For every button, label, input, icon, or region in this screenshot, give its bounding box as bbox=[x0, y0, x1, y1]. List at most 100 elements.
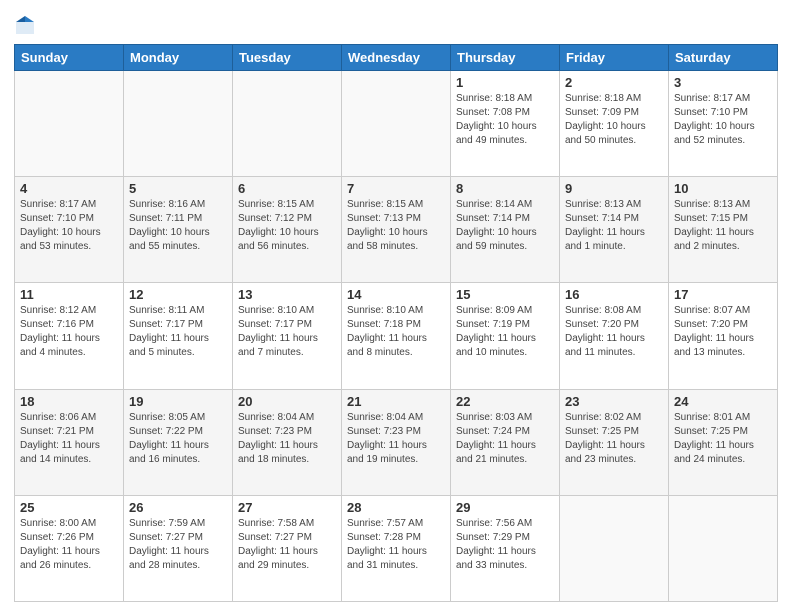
day-number: 19 bbox=[129, 394, 227, 409]
calendar-cell: 8 Sunrise: 8:14 AM Sunset: 7:14 PM Daylig… bbox=[451, 177, 560, 283]
sun-info: Sunrise: 8:17 AM Sunset: 7:10 PM Dayligh… bbox=[20, 198, 118, 254]
sun-info: Sunrise: 7:59 AM Sunset: 7:27 PM Dayligh… bbox=[129, 517, 227, 573]
calendar-cell: 22 Sunrise: 8:03 AM Sunset: 7:24 PM Dayli… bbox=[451, 389, 560, 495]
sun-info: Sunrise: 8:12 AM Sunset: 7:16 PM Dayligh… bbox=[20, 304, 118, 360]
calendar-cell: 16 Sunrise: 8:08 AM Sunset: 7:20 PM Dayli… bbox=[560, 283, 669, 389]
calendar-cell: 14Sunrise: 8:10 AM Sunset: 7:18 PM Dayli… bbox=[342, 283, 451, 389]
day-number: 2 bbox=[565, 75, 663, 90]
day-number: 16 bbox=[565, 287, 663, 302]
day-number: 28 bbox=[347, 500, 445, 515]
calendar-cell: 2 Sunrise: 8:18 AM Sunset: 7:09 PM Daylig… bbox=[560, 71, 669, 177]
day-number: 23 bbox=[565, 394, 663, 409]
calendar-cell: 6Sunrise: 8:15 AM Sunset: 7:12 PM Daylig… bbox=[233, 177, 342, 283]
calendar-week-row: 11 Sunrise: 8:12 AM Sunset: 7:16 PM Dayli… bbox=[15, 283, 778, 389]
calendar-cell: 23 Sunrise: 8:02 AM Sunset: 7:25 PM Dayli… bbox=[560, 389, 669, 495]
calendar-cell: 7 Sunrise: 8:15 AM Sunset: 7:13 PM Daylig… bbox=[342, 177, 451, 283]
sun-info: Sunrise: 7:57 AM Sunset: 7:28 PM Dayligh… bbox=[347, 517, 445, 573]
sun-info: Sunrise: 8:14 AM Sunset: 7:14 PM Dayligh… bbox=[456, 198, 554, 254]
sun-info: Sunrise: 8:03 AM Sunset: 7:24 PM Dayligh… bbox=[456, 411, 554, 467]
header-friday: Friday bbox=[560, 45, 669, 71]
day-number: 21 bbox=[347, 394, 445, 409]
sun-info: Sunrise: 8:00 AM Sunset: 7:26 PM Dayligh… bbox=[20, 517, 118, 573]
day-number: 20 bbox=[238, 394, 336, 409]
calendar-cell: 29 Sunrise: 7:56 AM Sunset: 7:29 PM Dayli… bbox=[451, 495, 560, 601]
logo bbox=[14, 14, 40, 36]
sun-info: Sunrise: 8:07 AM Sunset: 7:20 PM Dayligh… bbox=[674, 304, 772, 360]
calendar-cell: 24 Sunrise: 8:01 AM Sunset: 7:25 PM Dayli… bbox=[669, 389, 778, 495]
day-number: 8 bbox=[456, 181, 554, 196]
day-number: 5 bbox=[129, 181, 227, 196]
sun-info: Sunrise: 8:17 AM Sunset: 7:10 PM Dayligh… bbox=[674, 92, 772, 148]
calendar-cell: 3 Sunrise: 8:17 AM Sunset: 7:10 PM Daylig… bbox=[669, 71, 778, 177]
header-wednesday: Wednesday bbox=[342, 45, 451, 71]
calendar-cell: 13Sunrise: 8:10 AM Sunset: 7:17 PM Dayli… bbox=[233, 283, 342, 389]
calendar-week-row: 25 Sunrise: 8:00 AM Sunset: 7:26 PM Dayli… bbox=[15, 495, 778, 601]
sun-info: Sunrise: 8:13 AM Sunset: 7:14 PM Dayligh… bbox=[565, 198, 663, 254]
day-number: 29 bbox=[456, 500, 554, 515]
sun-info: Sunrise: 8:09 AM Sunset: 7:19 PM Dayligh… bbox=[456, 304, 554, 360]
day-number: 7 bbox=[347, 181, 445, 196]
sun-info: Sunrise: 8:04 AM Sunset: 7:23 PM Dayligh… bbox=[238, 411, 336, 467]
day-number: 25 bbox=[20, 500, 118, 515]
calendar-cell: 19Sunrise: 8:05 AM Sunset: 7:22 PM Dayli… bbox=[124, 389, 233, 495]
calendar-cell bbox=[124, 71, 233, 177]
sun-info: Sunrise: 8:18 AM Sunset: 7:08 PM Dayligh… bbox=[456, 92, 554, 148]
calendar-cell bbox=[669, 495, 778, 601]
sun-info: Sunrise: 8:02 AM Sunset: 7:25 PM Dayligh… bbox=[565, 411, 663, 467]
header bbox=[14, 10, 778, 36]
header-monday: Monday bbox=[124, 45, 233, 71]
day-number: 27 bbox=[238, 500, 336, 515]
calendar-cell bbox=[342, 71, 451, 177]
calendar-cell: 11 Sunrise: 8:12 AM Sunset: 7:16 PM Dayli… bbox=[15, 283, 124, 389]
day-number: 6 bbox=[238, 181, 336, 196]
day-number: 15 bbox=[456, 287, 554, 302]
calendar-cell: 4Sunrise: 8:17 AM Sunset: 7:10 PM Daylig… bbox=[15, 177, 124, 283]
day-number: 26 bbox=[129, 500, 227, 515]
calendar-cell: 27 Sunrise: 7:58 AM Sunset: 7:27 PM Dayli… bbox=[233, 495, 342, 601]
calendar-cell: 28 Sunrise: 7:57 AM Sunset: 7:28 PM Dayli… bbox=[342, 495, 451, 601]
calendar-cell: 5 Sunrise: 8:16 AM Sunset: 7:11 PM Daylig… bbox=[124, 177, 233, 283]
sun-info: Sunrise: 8:06 AM Sunset: 7:21 PM Dayligh… bbox=[20, 411, 118, 467]
calendar-week-row: 1 Sunrise: 8:18 AM Sunset: 7:08 PM Daylig… bbox=[15, 71, 778, 177]
calendar-cell: 20 Sunrise: 8:04 AM Sunset: 7:23 PM Dayli… bbox=[233, 389, 342, 495]
day-number: 9 bbox=[565, 181, 663, 196]
day-number: 24 bbox=[674, 394, 772, 409]
day-number: 10 bbox=[674, 181, 772, 196]
sun-info: Sunrise: 7:58 AM Sunset: 7:27 PM Dayligh… bbox=[238, 517, 336, 573]
sun-info: Sunrise: 8:16 AM Sunset: 7:11 PM Dayligh… bbox=[129, 198, 227, 254]
sun-info: Sunrise: 8:01 AM Sunset: 7:25 PM Dayligh… bbox=[674, 411, 772, 467]
logo-icon bbox=[14, 14, 36, 36]
sun-info: Sunrise: 7:56 AM Sunset: 7:29 PM Dayligh… bbox=[456, 517, 554, 573]
day-number: 22 bbox=[456, 394, 554, 409]
sun-info: Sunrise: 8:10 AM Sunset: 7:18 PM Dayligh… bbox=[347, 304, 445, 360]
calendar-cell bbox=[233, 71, 342, 177]
calendar-cell: 15 Sunrise: 8:09 AM Sunset: 7:19 PM Dayli… bbox=[451, 283, 560, 389]
calendar-cell: 10 Sunrise: 8:13 AM Sunset: 7:15 PM Dayli… bbox=[669, 177, 778, 283]
calendar-cell: 21 Sunrise: 8:04 AM Sunset: 7:23 PM Dayli… bbox=[342, 389, 451, 495]
sun-info: Sunrise: 8:08 AM Sunset: 7:20 PM Dayligh… bbox=[565, 304, 663, 360]
calendar-cell: 18 Sunrise: 8:06 AM Sunset: 7:21 PM Dayli… bbox=[15, 389, 124, 495]
calendar-cell: 25 Sunrise: 8:00 AM Sunset: 7:26 PM Dayli… bbox=[15, 495, 124, 601]
weekday-header-row: Sunday Monday Tuesday Wednesday Thursday… bbox=[15, 45, 778, 71]
page: Sunday Monday Tuesday Wednesday Thursday… bbox=[0, 0, 792, 612]
day-number: 3 bbox=[674, 75, 772, 90]
sun-info: Sunrise: 8:04 AM Sunset: 7:23 PM Dayligh… bbox=[347, 411, 445, 467]
calendar-week-row: 18 Sunrise: 8:06 AM Sunset: 7:21 PM Dayli… bbox=[15, 389, 778, 495]
header-sunday: Sunday bbox=[15, 45, 124, 71]
header-thursday: Thursday bbox=[451, 45, 560, 71]
day-number: 1 bbox=[456, 75, 554, 90]
day-number: 18 bbox=[20, 394, 118, 409]
sun-info: Sunrise: 8:15 AM Sunset: 7:13 PM Dayligh… bbox=[347, 198, 445, 254]
calendar-cell: 1 Sunrise: 8:18 AM Sunset: 7:08 PM Daylig… bbox=[451, 71, 560, 177]
calendar: Sunday Monday Tuesday Wednesday Thursday… bbox=[14, 44, 778, 602]
sun-info: Sunrise: 8:11 AM Sunset: 7:17 PM Dayligh… bbox=[129, 304, 227, 360]
calendar-cell: 12Sunrise: 8:11 AM Sunset: 7:17 PM Dayli… bbox=[124, 283, 233, 389]
calendar-week-row: 4Sunrise: 8:17 AM Sunset: 7:10 PM Daylig… bbox=[15, 177, 778, 283]
header-saturday: Saturday bbox=[669, 45, 778, 71]
day-number: 11 bbox=[20, 287, 118, 302]
sun-info: Sunrise: 8:18 AM Sunset: 7:09 PM Dayligh… bbox=[565, 92, 663, 148]
sun-info: Sunrise: 8:13 AM Sunset: 7:15 PM Dayligh… bbox=[674, 198, 772, 254]
day-number: 13 bbox=[238, 287, 336, 302]
calendar-cell bbox=[560, 495, 669, 601]
calendar-cell: 26 Sunrise: 7:59 AM Sunset: 7:27 PM Dayli… bbox=[124, 495, 233, 601]
